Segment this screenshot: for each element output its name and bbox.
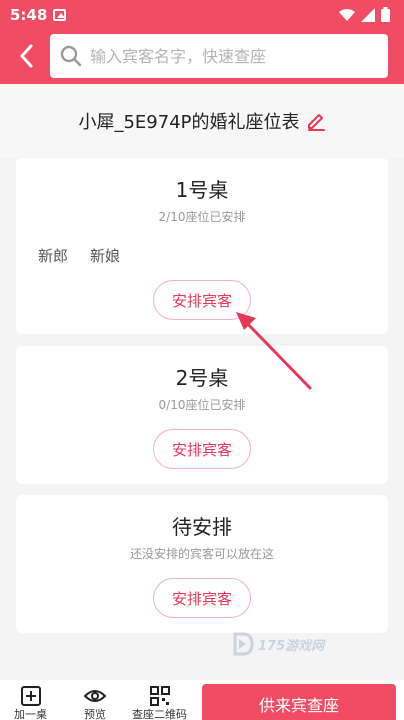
guest-seat-lookup-button[interactable]: 供来宾查座 xyxy=(202,684,396,720)
signal-icon xyxy=(361,7,375,22)
table-card-1: 1号桌 2/10座位已安排 新郎 新娘 安排宾客 xyxy=(16,158,388,334)
guest-chip[interactable]: 新郎 xyxy=(38,245,68,266)
seat-status: 2/10座位已安排 xyxy=(158,210,246,224)
tab-label: 加一桌 xyxy=(14,708,47,720)
wifi-icon xyxy=(339,8,355,21)
search-icon xyxy=(60,45,82,67)
guest-list: 新郎 新娘 xyxy=(38,245,120,266)
table-name: 待安排 xyxy=(172,515,232,539)
status-bar: 5:48 xyxy=(0,0,404,30)
watermark-logo-icon xyxy=(233,632,254,656)
tab-label: 预览 xyxy=(84,708,106,720)
status-time: 5:48 xyxy=(10,6,48,24)
table-card-2: 2号桌 0/10座位已安排 安排宾客 xyxy=(16,346,388,484)
title-section: 小犀_5E974P的婚礼座位表 xyxy=(0,84,404,158)
add-table-button[interactable]: 加一桌 xyxy=(14,686,47,720)
eye-icon xyxy=(84,690,106,702)
edit-pencil-icon[interactable] xyxy=(306,111,326,131)
back-button[interactable] xyxy=(10,40,42,72)
guest-chip[interactable]: 新娘 xyxy=(90,245,120,266)
search-box[interactable] xyxy=(50,34,388,78)
chevron-left-icon xyxy=(20,44,33,68)
qr-code-icon xyxy=(149,686,170,706)
table-name: 2号桌 xyxy=(175,366,229,390)
unassigned-card: 待安排 还没安排的宾客可以放在这 安排宾客 xyxy=(16,495,388,633)
battery-icon xyxy=(381,7,390,22)
bottom-bar: 加一桌 预览 查座二维码 供来宾查座 xyxy=(0,680,404,720)
status-icons xyxy=(339,7,390,22)
seat-qr-code-button[interactable]: 查座二维码 xyxy=(132,686,187,720)
top-header xyxy=(0,30,404,84)
preview-button[interactable]: 预览 xyxy=(84,686,106,720)
plus-box-icon xyxy=(20,686,41,706)
arrange-guests-button[interactable]: 安排宾客 xyxy=(153,578,251,618)
seat-status: 0/10座位已安排 xyxy=(158,398,246,412)
search-input[interactable] xyxy=(90,46,350,66)
tab-label: 查座二维码 xyxy=(132,708,187,720)
watermark: 175游戏网 xyxy=(232,632,324,656)
watermark-text: 175游戏网 xyxy=(258,638,325,654)
seat-status: 还没安排的宾客可以放在这 xyxy=(129,547,274,561)
table-name: 1号桌 xyxy=(175,178,229,202)
arrange-guests-button[interactable]: 安排宾客 xyxy=(153,429,251,469)
annotation-arrow-icon xyxy=(236,312,312,390)
image-notification-icon xyxy=(53,9,66,21)
page-title: 小犀_5E974P的婚礼座位表 xyxy=(78,112,300,133)
